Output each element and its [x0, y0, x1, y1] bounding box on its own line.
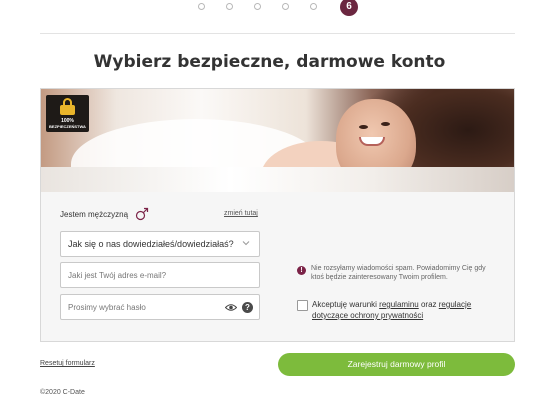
male-icon: [135, 207, 149, 221]
gender-label: Jestem mężczyzną: [60, 210, 129, 219]
referral-source-value: Jak się o nas dowiedziałeś/dowiedziałaś?: [68, 239, 234, 249]
page-title: Wybierz bezpieczne, darmowe konto: [93, 52, 446, 72]
security-badge: 100% BEZPIECZEŃSTWA: [46, 95, 89, 132]
registration-card: 100% BEZPIECZEŃSTWA Jestem mężczyzną zmi…: [40, 88, 515, 342]
step-dot-5: [310, 3, 317, 10]
register-button[interactable]: Zarejestruj darmowy profil: [278, 353, 515, 376]
hero-image: 100% BEZPIECZEŃSTWA: [41, 89, 514, 192]
terms-middle: oraz: [420, 300, 437, 309]
change-gender-link[interactable]: zmień tutaj: [224, 210, 258, 217]
password-placeholder: Prosimy wybrać hasło: [68, 303, 146, 312]
step-dot-1: [198, 3, 205, 10]
chevron-down-icon: [242, 241, 250, 246]
terms-text: Akceptuję warunki regulaminu oraz regula…: [312, 299, 487, 321]
step-dot-3: [254, 3, 261, 10]
reset-form-link[interactable]: Resetuj formularz: [40, 360, 95, 367]
step-dot-4: [282, 3, 289, 10]
copyright-text: ©2020 C-Date: [40, 389, 85, 396]
badge-label: BEZPIECZEŃSTWA: [49, 124, 86, 129]
lock-icon: [60, 98, 75, 115]
info-icon: !: [297, 266, 306, 275]
password-field[interactable]: Prosimy wybrać hasło ?: [60, 294, 260, 320]
terms-checkbox[interactable]: [297, 300, 308, 311]
email-field[interactable]: Jaki jest Twój adres e-mail?: [60, 262, 260, 288]
progress-stepper: 6: [0, 0, 539, 18]
terms-link[interactable]: regulaminu: [379, 300, 419, 309]
step-dot-2: [226, 3, 233, 10]
step-current: 6: [340, 0, 358, 16]
spam-info-text: Nie rozsyłamy wiadomości spam. Powiadomi…: [311, 265, 486, 281]
referral-source-select[interactable]: Jak się o nas dowiedziałeś/dowiedziałaś?: [60, 231, 260, 257]
eye-icon[interactable]: [225, 303, 237, 312]
terms-prefix: Akceptuję warunki: [312, 300, 377, 309]
header-divider: [40, 33, 515, 34]
email-placeholder: Jaki jest Twój adres e-mail?: [68, 271, 167, 280]
help-icon[interactable]: ?: [242, 302, 253, 313]
